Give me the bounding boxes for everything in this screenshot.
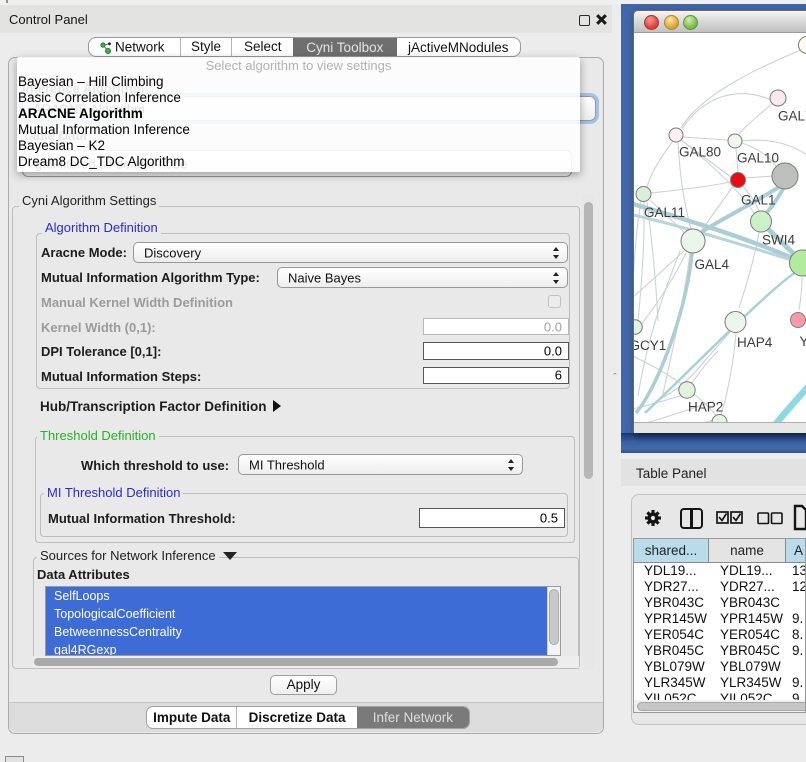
svg-text:GAL4: GAL4 — [695, 257, 730, 272]
svg-text:YD: YD — [800, 334, 806, 349]
svg-text:SWI4: SWI4 — [762, 233, 795, 248]
svg-text:HAP4: HAP4 — [737, 335, 773, 350]
svg-text:HAP2: HAP2 — [688, 400, 723, 415]
svg-text:GAL80: GAL80 — [679, 145, 721, 160]
svg-text:GAL7: GAL7 — [778, 109, 806, 124]
svg-text:GAL11: GAL11 — [644, 205, 685, 220]
svg-text:GAL1: GAL1 — [741, 193, 776, 208]
svg-text:GCY1: GCY1 — [634, 338, 666, 353]
svg-text:GAL10: GAL10 — [737, 151, 779, 166]
